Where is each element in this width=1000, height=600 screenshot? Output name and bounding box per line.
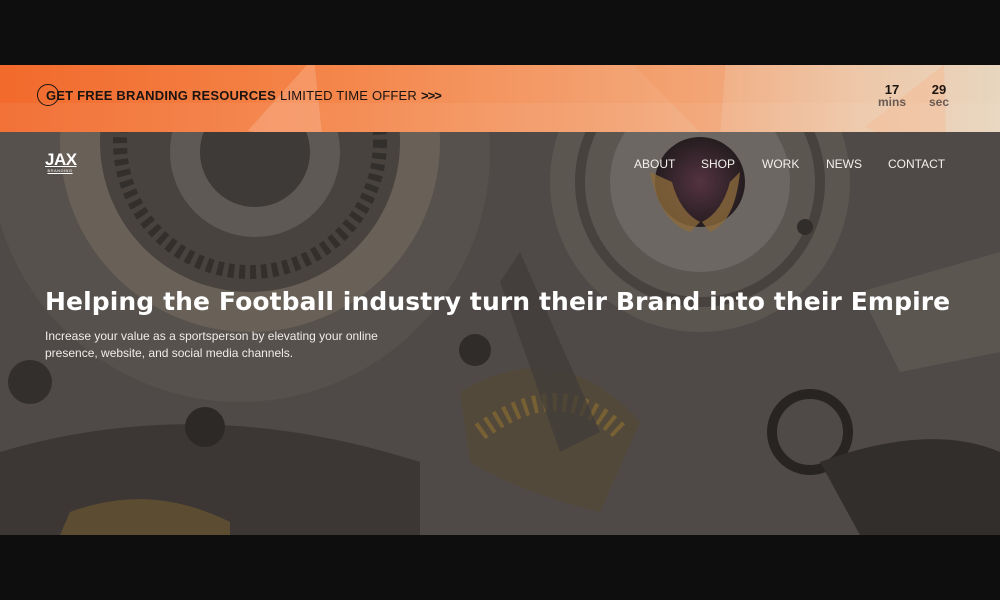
promo-band xyxy=(0,103,1000,132)
promo-offer: LIMITED TIME OFFER xyxy=(280,87,418,103)
nav-item-work[interactable]: WORK xyxy=(762,156,799,172)
seconds-label: sec xyxy=(929,95,950,109)
countdown-minutes: 17 mins xyxy=(878,83,906,109)
promo-link[interactable]: GET FREE BRANDING RESOURCES LIMITED TIME… xyxy=(37,83,442,107)
nav-item-about[interactable]: ABOUT xyxy=(634,156,675,172)
hero-headline: Helping the Football industry turn their… xyxy=(45,287,951,316)
countdown-seconds: 29 sec xyxy=(929,83,949,109)
arrows-icon: >>> xyxy=(421,87,442,103)
nav-item-contact[interactable]: CONTACT xyxy=(888,156,945,172)
nav-item-shop[interactable]: SHOP xyxy=(701,156,735,172)
minutes-label: mins xyxy=(878,95,907,109)
page-frame: GET FREE BRANDING RESOURCES LIMITED TIME… xyxy=(0,65,1000,535)
nav-item-news[interactable]: NEWS xyxy=(826,156,862,172)
main-nav: ABOUT SHOP WORK NEWS CONTACT xyxy=(0,156,1000,172)
promo-banner: GET FREE BRANDING RESOURCES LIMITED TIME… xyxy=(0,65,1000,132)
hero-subtext: Increase your value as a sportsperson by… xyxy=(45,329,378,360)
circle-icon xyxy=(37,84,59,106)
hero-section: JAX BRANDING ABOUT SHOP WORK NEWS CONTAC… xyxy=(0,132,1000,535)
promo-headline: GET FREE BRANDING RESOURCES xyxy=(46,87,277,103)
